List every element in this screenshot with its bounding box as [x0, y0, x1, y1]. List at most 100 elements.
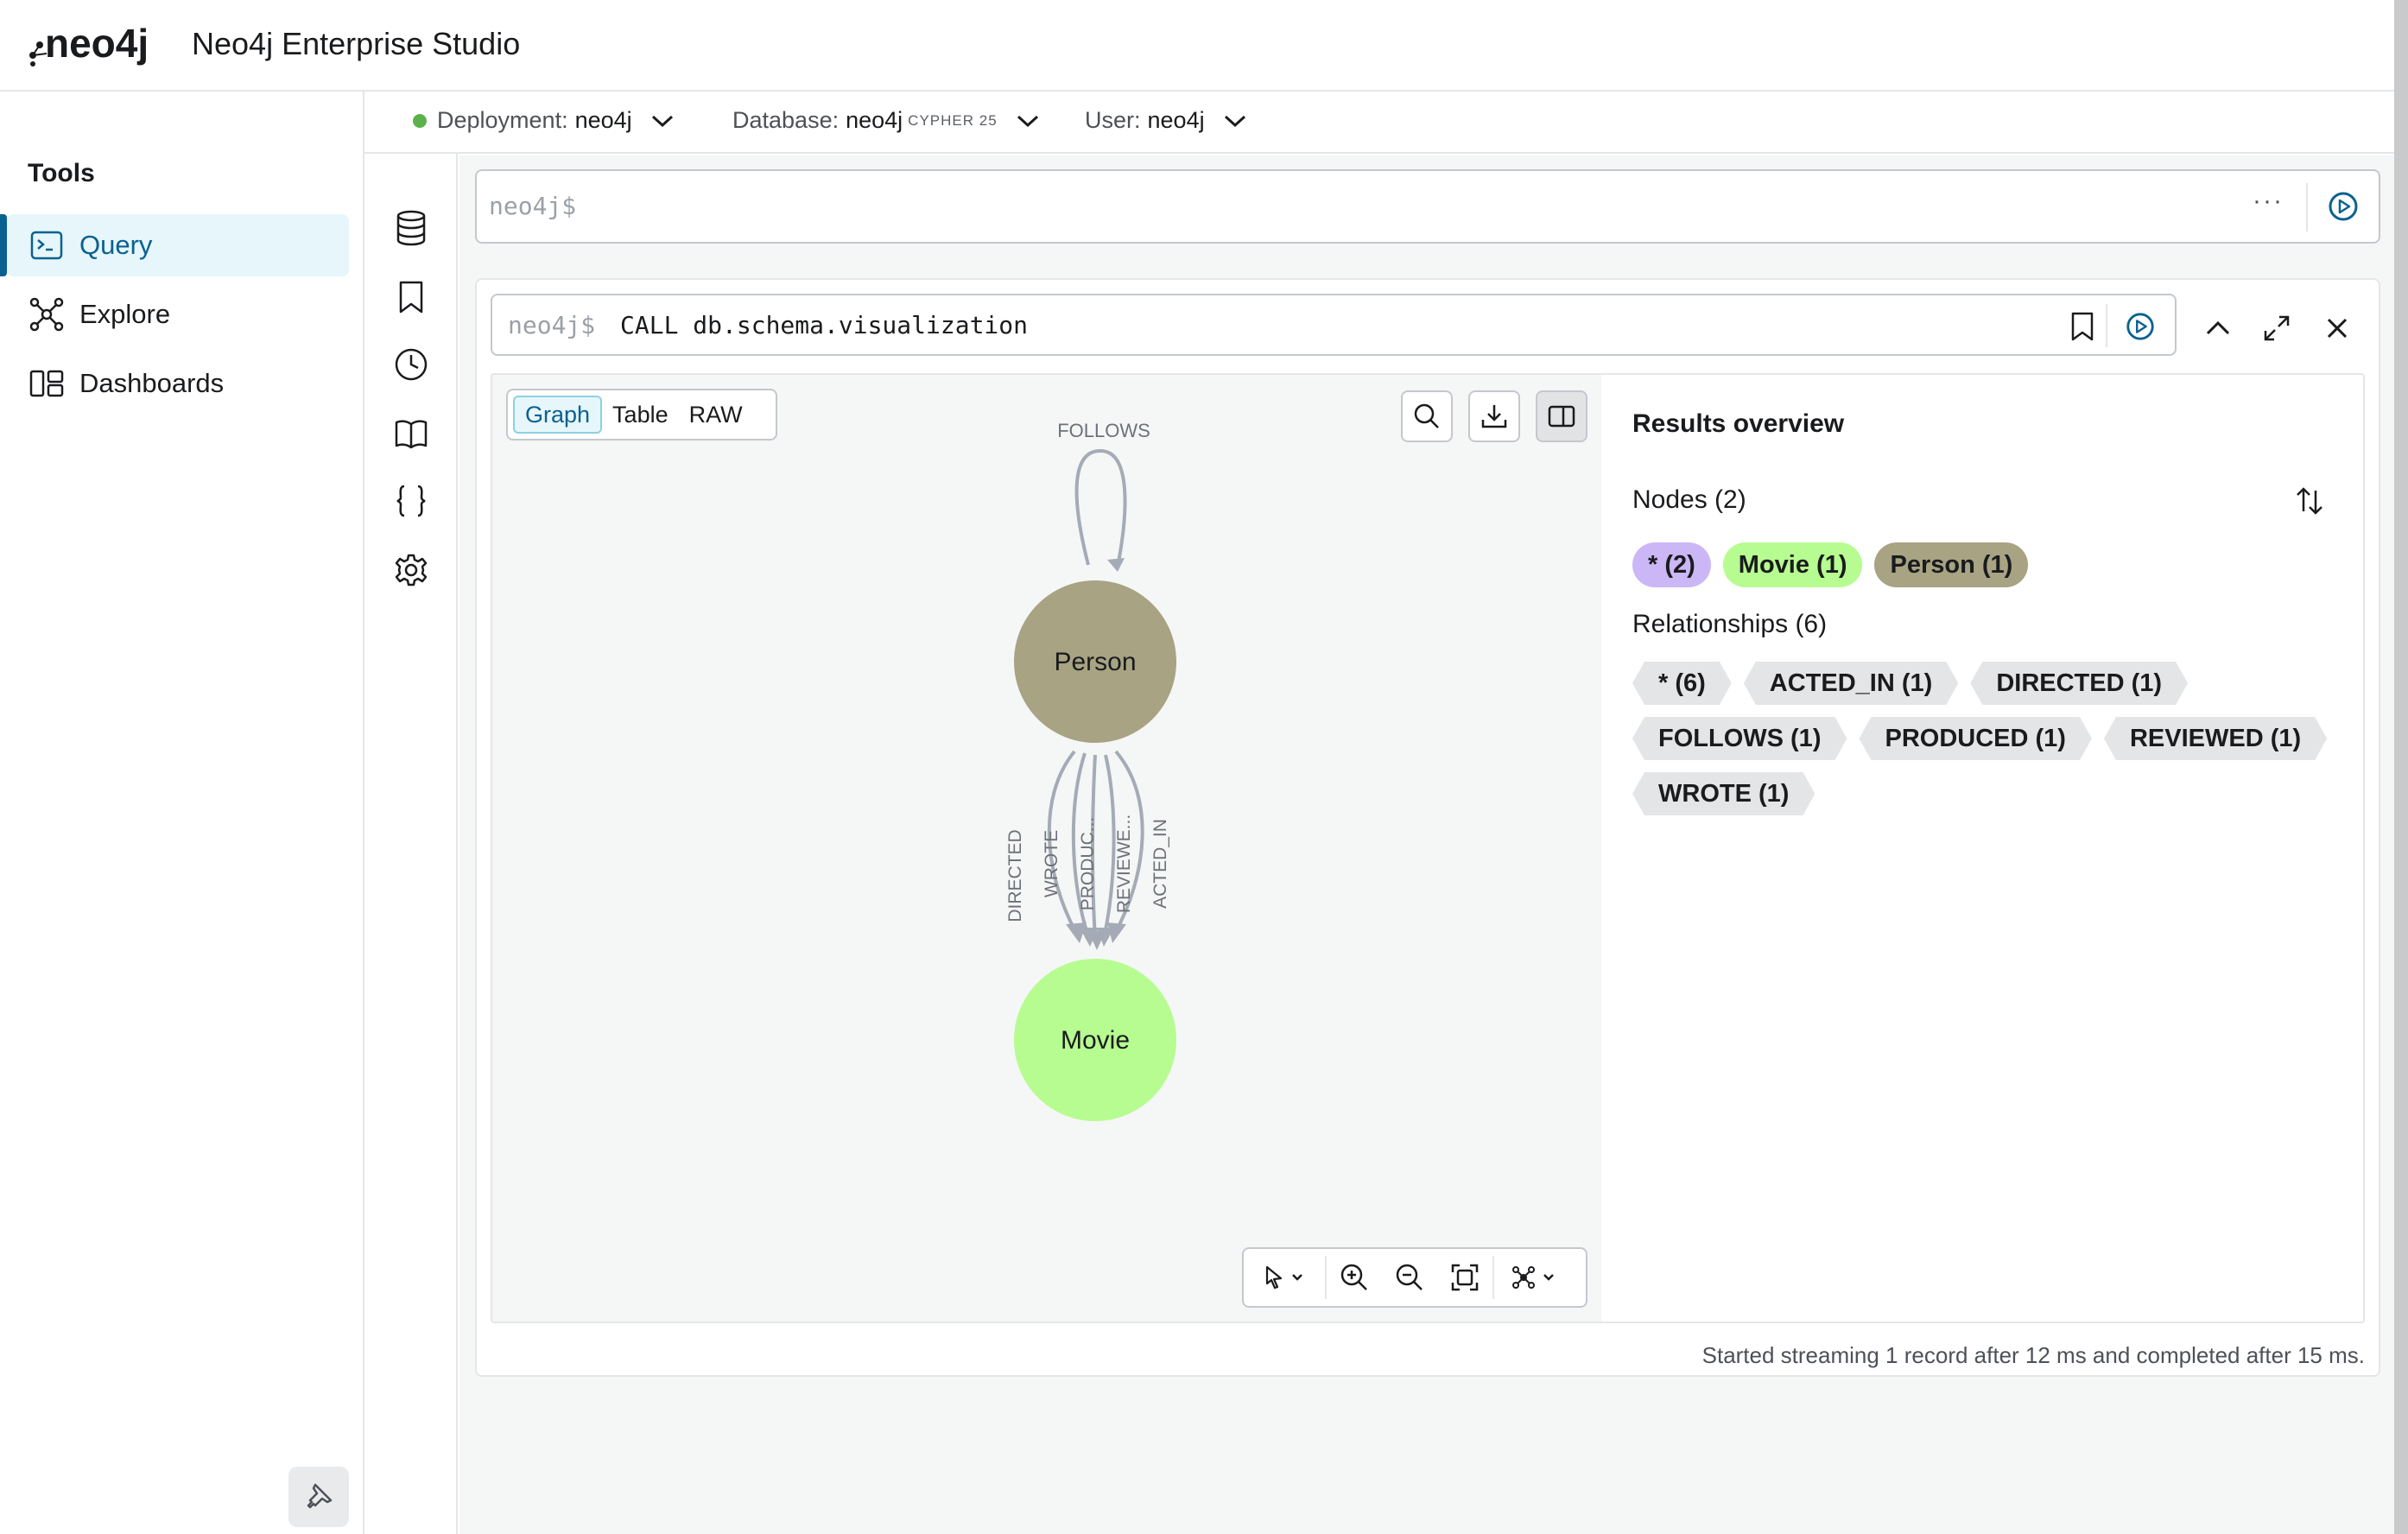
node-chip-movie[interactable]: Movie (1) [1722, 542, 1863, 587]
cursor-icon [1265, 1265, 1302, 1290]
active-indicator [0, 214, 7, 276]
user-value: neo4j [1147, 107, 1205, 133]
chevron-up-icon [2206, 320, 2230, 335]
deployment-label: Deployment: [437, 107, 568, 133]
zoom-out-button[interactable] [1382, 1249, 1437, 1306]
sidebar-item-label: Query [79, 230, 153, 260]
rel-chip-follows[interactable]: FOLLOWS (1) [1632, 717, 1847, 760]
icon-rail [364, 154, 458, 1534]
close-icon [2327, 318, 2348, 339]
rel-chip-reviewed[interactable]: REVIEWED (1) [2104, 717, 2327, 760]
pin-button[interactable] [288, 1467, 349, 1527]
collapse-button[interactable] [2202, 313, 2234, 344]
user-label: User: [1085, 107, 1141, 133]
query-icon [28, 226, 66, 264]
explore-icon [28, 295, 66, 333]
gear-icon [395, 554, 428, 586]
overview-title: Results overview [1632, 409, 1845, 438]
rel-chip-directed[interactable]: DIRECTED (1) [1970, 662, 2188, 705]
edge-reviewed [1102, 754, 1116, 939]
user-selector[interactable]: User: neo4j [1085, 107, 1246, 134]
graph-canvas[interactable]: FOLLOWS DIRECTED WROTE PRODUC... REVIEWE… [492, 375, 1601, 1323]
rail-settings-button[interactable] [389, 548, 434, 593]
executed-query[interactable]: neo4j$ CALL db.schema.visualization [491, 294, 2177, 356]
results-overview: Results overview Nodes (2) * (2) Movie (… [1601, 375, 2363, 1322]
chevron-down-icon [1017, 115, 1038, 127]
top-header: neo4j Neo4j Enterprise Studio [0, 0, 2394, 92]
relationships-heading: Relationships (6) [1632, 610, 1828, 638]
book-icon [395, 420, 428, 449]
toggle-panel-button[interactable] [1536, 390, 1587, 442]
deployment-selector[interactable]: Deployment: neo4j [413, 107, 674, 134]
sort-icon[interactable] [2294, 485, 2325, 517]
database-selector[interactable]: Database: neo4j CYPHER 25 [732, 107, 1039, 134]
connection-bar: Deployment: neo4j Database: neo4j CYPHER… [364, 92, 2394, 154]
search-icon [1414, 403, 1439, 428]
query-status: Started streaming 1 record after 12 ms a… [1701, 1342, 2365, 1368]
bookmark-icon[interactable] [2069, 311, 2095, 342]
graph-toolbar [1242, 1247, 1587, 1308]
cypher-editor[interactable]: neo4j$ ··· [475, 169, 2380, 244]
node-chip-person[interactable]: Person (1) [1874, 542, 2029, 587]
node-movie-label: Movie [1061, 1026, 1130, 1055]
database-value: neo4j [846, 107, 903, 133]
tab-table[interactable]: Table [602, 396, 679, 434]
history-icon [395, 348, 428, 381]
layout-graph-icon [1512, 1266, 1554, 1289]
select-tool-button[interactable] [1244, 1249, 1325, 1306]
edge-label-produced: PRODUC... [1078, 817, 1098, 911]
rail-params-button[interactable] [389, 479, 434, 523]
fullscreen-button[interactable] [2261, 313, 2292, 344]
rel-chip-wrote[interactable]: WROTE (1) [1632, 772, 1815, 815]
node-label-chips: * (2) Movie (1) Person (1) [1632, 542, 2341, 587]
rail-docs-button[interactable] [389, 411, 434, 456]
braces-icon [396, 485, 426, 517]
close-button[interactable] [2322, 313, 2353, 344]
run-query-icon[interactable] [2327, 190, 2360, 223]
query-text: CALL db.schema.visualization [620, 311, 1029, 339]
rel-chip-produced[interactable]: PRODUCED (1) [1859, 717, 2091, 760]
tab-graph[interactable]: Graph [513, 396, 603, 434]
rail-history-button[interactable] [389, 342, 434, 387]
rail-database-button[interactable] [389, 206, 434, 250]
main-area: neo4j$ ··· neo4j$ CALL db.schema.visuali… [459, 155, 2394, 1534]
download-button[interactable] [1468, 390, 1520, 442]
dashboards-icon [28, 364, 66, 403]
view-tabs: Graph Table RAW [506, 389, 777, 441]
rel-chip-acted-in[interactable]: ACTED_IN (1) [1744, 662, 1959, 705]
fit-to-screen-button[interactable] [1437, 1249, 1492, 1306]
divider [2106, 304, 2107, 347]
zoom-out-icon [1396, 1264, 1423, 1290]
neo4j-logo[interactable]: neo4j [28, 19, 169, 67]
result-card: neo4j$ CALL db.schema.visualization FOLL… [475, 278, 2380, 1534]
edge-label-wrote: WROTE [1042, 830, 1061, 897]
result-view: FOLLOWS DIRECTED WROTE PRODUC... REVIEWE… [491, 373, 2365, 1323]
edge-label-reviewed: REVIEWE... [1114, 815, 1134, 913]
divider [2306, 183, 2308, 231]
zoom-in-button[interactable] [1327, 1249, 1382, 1306]
side-panel-icon [1548, 405, 1575, 428]
graph-pane[interactable]: FOLLOWS DIRECTED WROTE PRODUC... REVIEWE… [492, 375, 1601, 1323]
sidebar-item-label: Explore [79, 299, 171, 329]
more-options-button[interactable]: ··· [2253, 187, 2284, 216]
rel-chip-all[interactable]: * (6) [1632, 662, 1732, 705]
rail-saved-cypher-button[interactable] [389, 275, 434, 320]
status-dot [413, 113, 427, 128]
node-chip-all[interactable]: * (2) [1632, 542, 1711, 587]
layout-button[interactable] [1494, 1249, 1577, 1306]
sidebar-item-label: Dashboards [79, 368, 225, 398]
database-label: Database: [732, 107, 840, 133]
tab-raw[interactable]: RAW [679, 396, 753, 434]
fit-screen-icon [1451, 1264, 1479, 1291]
follows-loop [1074, 448, 1127, 567]
sidebar-item-query[interactable]: Query [7, 214, 349, 276]
app-title: Neo4j Enterprise Studio [192, 26, 521, 61]
sidebar-item-dashboards[interactable]: Dashboards [7, 352, 349, 415]
editor-prompt: neo4j$ [489, 192, 577, 220]
graph-search-button[interactable] [1401, 390, 1453, 442]
sidebar-item-explore[interactable]: Explore [7, 283, 349, 345]
rerun-query-icon[interactable] [2125, 311, 2156, 342]
download-icon [1481, 405, 1507, 428]
chevron-down-icon [1224, 115, 1245, 127]
cypher-version-badge: CYPHER 25 [908, 111, 998, 129]
